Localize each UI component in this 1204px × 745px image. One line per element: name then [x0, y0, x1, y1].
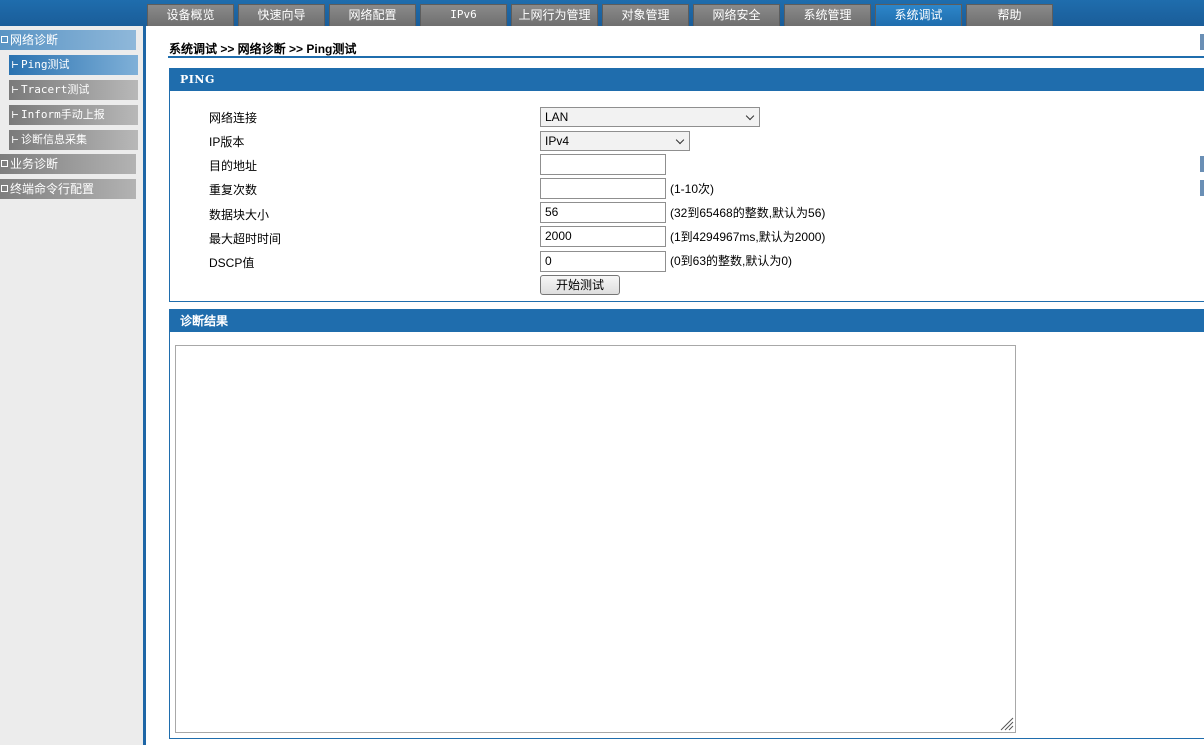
resize-grip-icon[interactable]	[998, 715, 1014, 731]
timeout-label: 最大超时时间	[209, 232, 282, 246]
tree-branch-icon: ⊢	[11, 133, 19, 146]
tree-branch-icon: ⊢	[11, 58, 19, 71]
block-size-label: 数据块大小	[209, 208, 270, 222]
sidebar-item-inform[interactable]: ⊢ Inform手动上报	[9, 105, 138, 125]
scrollbar-marker	[1200, 34, 1204, 50]
tab-device-overview[interactable]: 设备概览	[147, 4, 234, 26]
ip-version-label: IP版本	[209, 135, 245, 149]
scrollbar-marker	[1200, 180, 1204, 196]
chevron-down-icon	[675, 135, 685, 145]
sidebar-item-label: Ping测试	[21, 58, 70, 71]
sidebar-group-service-diagnosis[interactable]: 业务诊断	[0, 154, 136, 174]
sidebar: 网络诊断 ⊢ Ping测试 ⊢ Tracert测试 ⊢ Inform手动上报 ⊢ 诊断信…	[0, 26, 146, 745]
scrollbar-marker	[1200, 156, 1204, 172]
destination-input[interactable]	[540, 154, 666, 175]
dscp-hint: (0到63的整数,默认为0)	[670, 254, 793, 268]
repeat-label: 重复次数	[209, 183, 258, 197]
tab-network-security[interactable]: 网络安全	[693, 4, 780, 26]
sidebar-item-diag-collect[interactable]: ⊢ 诊断信息采集	[9, 130, 138, 150]
top-nav-bar: 设备概览 快速向导 网络配置 IPv6 上网行为管理 对象管理 网络安全 系统管…	[0, 0, 1204, 26]
sidebar-item-label: Inform手动上报	[21, 108, 105, 121]
sidebar-group-terminal-cli[interactable]: 终端命令行配置	[0, 179, 136, 199]
expand-box-icon	[1, 160, 8, 168]
block-size-input[interactable]: 56	[540, 202, 666, 223]
collapse-box-icon	[1, 36, 8, 44]
timeout-input[interactable]: 2000	[540, 226, 666, 247]
sidebar-item-label: Tracert测试	[21, 83, 90, 96]
result-textarea[interactable]	[175, 345, 1016, 733]
sidebar-item-label: 诊断信息采集	[21, 133, 87, 146]
sidebar-group-label: 终端命令行配置	[10, 182, 95, 196]
result-panel-title: 诊断结果	[170, 310, 1204, 332]
tab-system-management[interactable]: 系统管理	[784, 4, 871, 26]
connection-select[interactable]: LAN	[540, 107, 760, 127]
sidebar-group-label: 网络诊断	[10, 33, 59, 47]
chevron-down-icon	[745, 111, 755, 121]
ip-version-select[interactable]: IPv4	[540, 131, 690, 151]
tab-behavior-management[interactable]: 上网行为管理	[511, 4, 598, 26]
sidebar-group-network-diagnosis[interactable]: 网络诊断	[0, 30, 136, 50]
repeat-input[interactable]	[540, 178, 666, 199]
tab-network-config[interactable]: 网络配置	[329, 4, 416, 26]
breadcrumb: 系统调试 >> 网络诊断 >> Ping测试	[169, 42, 357, 56]
dscp-label: DSCP值	[209, 256, 255, 270]
connection-select-value: LAN	[545, 110, 569, 124]
tree-branch-icon: ⊢	[11, 83, 19, 96]
sidebar-item-tracert[interactable]: ⊢ Tracert测试	[9, 80, 138, 100]
ping-panel-title: PING	[170, 69, 1204, 91]
repeat-hint: (1-10次)	[670, 182, 715, 196]
tab-system-debug[interactable]: 系统调试	[875, 4, 962, 26]
dscp-input[interactable]: 0	[540, 251, 666, 272]
ip-version-select-value: IPv4	[545, 134, 570, 148]
timeout-hint: (1到4294967ms,默认为2000)	[670, 230, 826, 244]
sidebar-item-ping[interactable]: ⊢ Ping测试	[9, 55, 138, 75]
start-test-button[interactable]: 开始测试	[540, 275, 620, 295]
tab-object-management[interactable]: 对象管理	[602, 4, 689, 26]
block-size-hint: (32到65468的整数,默认为56)	[670, 206, 826, 220]
expand-box-icon	[1, 185, 8, 193]
tree-branch-icon: ⊢	[11, 108, 19, 121]
sidebar-group-label: 业务诊断	[10, 157, 59, 171]
tab-quick-wizard[interactable]: 快速向导	[238, 4, 325, 26]
tab-help[interactable]: 帮助	[966, 4, 1053, 26]
breadcrumb-divider	[168, 56, 1204, 58]
destination-label: 目的地址	[209, 159, 258, 173]
connection-label: 网络连接	[209, 111, 258, 125]
tab-ipv6[interactable]: IPv6	[420, 4, 507, 26]
